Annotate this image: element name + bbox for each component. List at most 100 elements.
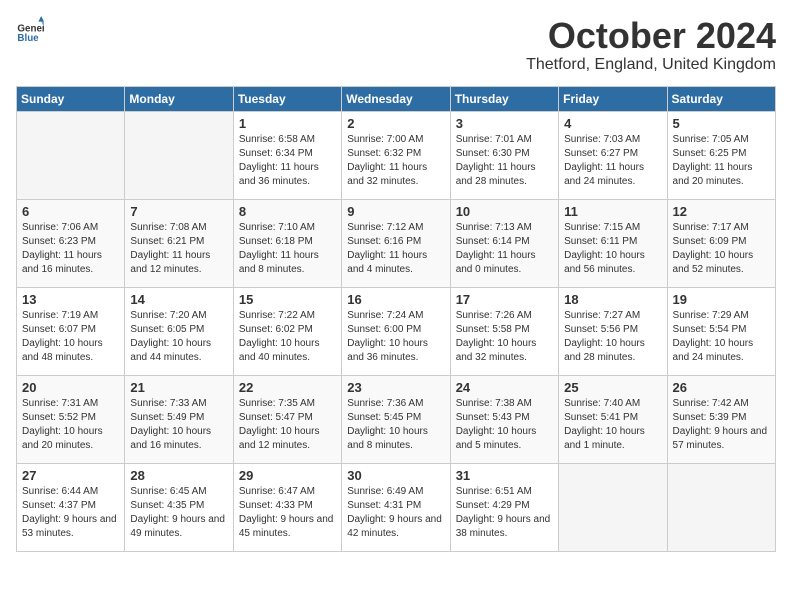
day-info: Sunrise: 6:58 AM Sunset: 6:34 PM Dayligh… (239, 133, 336, 189)
day-info: Sunrise: 6:47 AM Sunset: 4:33 PM Dayligh… (239, 485, 336, 541)
calendar-cell: 28 Sunrise: 6:45 AM Sunset: 4:35 PM Dayli… (125, 463, 233, 551)
day-number: 19 (673, 292, 770, 307)
day-info: Sunrise: 7:31 AM Sunset: 5:52 PM Dayligh… (22, 397, 119, 453)
month-title: October 2024 (526, 16, 776, 56)
calendar-cell: 23Sunrise: 7:36 AM Sunset: 5:45 PM Dayli… (342, 375, 450, 463)
calendar-cell (667, 463, 775, 551)
day-number: 14 (130, 292, 227, 307)
column-header-tuesday: Tuesday (233, 86, 341, 111)
day-info: Sunrise: 7:33 AM Sunset: 5:49 PM Dayligh… (130, 397, 227, 453)
day-number: 22 (239, 380, 336, 395)
day-info: Sunrise: 7:36 AM Sunset: 5:45 PM Dayligh… (347, 397, 444, 453)
calendar-week-row: 6 Sunrise: 7:06 AM Sunset: 6:23 PM Daylig… (17, 199, 776, 287)
column-header-wednesday: Wednesday (342, 86, 450, 111)
calendar-cell: 10 Sunrise: 7:13 AM Sunset: 6:14 PM Dayli… (450, 199, 558, 287)
title-block: October 2024 Thetford, England, United K… (526, 16, 776, 74)
calendar-cell: 11 Sunrise: 7:15 AM Sunset: 6:11 PM Dayli… (559, 199, 667, 287)
calendar-week-row: 27 Sunrise: 6:44 AM Sunset: 4:37 PM Dayli… (17, 463, 776, 551)
day-number: 2 (347, 116, 444, 131)
column-header-saturday: Saturday (667, 86, 775, 111)
day-info: Sunrise: 6:45 AM Sunset: 4:35 PM Dayligh… (130, 485, 227, 541)
logo: General Blue (16, 16, 44, 44)
day-info: Sunrise: 7:35 AM Sunset: 5:47 PM Dayligh… (239, 397, 336, 453)
calendar-header-row: SundayMondayTuesdayWednesdayThursdayFrid… (17, 86, 776, 111)
day-number: 3 (456, 116, 553, 131)
calendar-cell: 9 Sunrise: 7:12 AM Sunset: 6:16 PM Daylig… (342, 199, 450, 287)
day-info: Sunrise: 7:42 AM Sunset: 5:39 PM Dayligh… (673, 397, 770, 453)
calendar-cell: 30 Sunrise: 6:49 AM Sunset: 4:31 PM Dayli… (342, 463, 450, 551)
column-header-friday: Friday (559, 86, 667, 111)
day-number: 1 (239, 116, 336, 131)
day-number: 10 (456, 204, 553, 219)
day-info: Sunrise: 6:49 AM Sunset: 4:31 PM Dayligh… (347, 485, 444, 541)
day-info: Sunrise: 7:38 AM Sunset: 5:43 PM Dayligh… (456, 397, 553, 453)
calendar-cell: 3Sunrise: 7:01 AM Sunset: 6:30 PM Daylig… (450, 111, 558, 199)
calendar-cell: 12 Sunrise: 7:17 AM Sunset: 6:09 PM Dayli… (667, 199, 775, 287)
calendar-cell (559, 463, 667, 551)
day-info: Sunrise: 7:27 AM Sunset: 5:56 PM Dayligh… (564, 309, 661, 365)
day-info: Sunrise: 7:19 AM Sunset: 6:07 PM Dayligh… (22, 309, 119, 365)
calendar-cell: 8 Sunrise: 7:10 AM Sunset: 6:18 PM Daylig… (233, 199, 341, 287)
day-number: 16 (347, 292, 444, 307)
calendar-cell: 27 Sunrise: 6:44 AM Sunset: 4:37 PM Dayli… (17, 463, 125, 551)
day-info: Sunrise: 7:12 AM Sunset: 6:16 PM Dayligh… (347, 221, 444, 277)
column-header-thursday: Thursday (450, 86, 558, 111)
calendar-cell: 19 Sunrise: 7:29 AM Sunset: 5:54 PM Dayli… (667, 287, 775, 375)
day-number: 20 (22, 380, 119, 395)
location-title: Thetford, England, United Kingdom (526, 56, 776, 74)
day-info: Sunrise: 7:24 AM Sunset: 6:00 PM Dayligh… (347, 309, 444, 365)
day-number: 15 (239, 292, 336, 307)
calendar-cell: 2 Sunrise: 7:00 AM Sunset: 6:32 PM Daylig… (342, 111, 450, 199)
calendar-cell: 6 Sunrise: 7:06 AM Sunset: 6:23 PM Daylig… (17, 199, 125, 287)
svg-text:Blue: Blue (17, 33, 39, 44)
logo-icon: General Blue (16, 16, 44, 44)
day-number: 17 (456, 292, 553, 307)
calendar-cell: 16 Sunrise: 7:24 AM Sunset: 6:00 PM Dayli… (342, 287, 450, 375)
day-number: 6 (22, 204, 119, 219)
day-number: 27 (22, 468, 119, 483)
day-number: 9 (347, 204, 444, 219)
day-info: Sunrise: 7:22 AM Sunset: 6:02 PM Dayligh… (239, 309, 336, 365)
day-number: 8 (239, 204, 336, 219)
calendar-cell: 26Sunrise: 7:42 AM Sunset: 5:39 PM Dayli… (667, 375, 775, 463)
day-info: Sunrise: 7:03 AM Sunset: 6:27 PM Dayligh… (564, 133, 661, 189)
day-info: Sunrise: 7:17 AM Sunset: 6:09 PM Dayligh… (673, 221, 770, 277)
calendar-cell: 22 Sunrise: 7:35 AM Sunset: 5:47 PM Dayli… (233, 375, 341, 463)
calendar-week-row: 20 Sunrise: 7:31 AM Sunset: 5:52 PM Dayli… (17, 375, 776, 463)
calendar-cell: 20 Sunrise: 7:31 AM Sunset: 5:52 PM Dayli… (17, 375, 125, 463)
calendar-cell: 24Sunrise: 7:38 AM Sunset: 5:43 PM Dayli… (450, 375, 558, 463)
day-info: Sunrise: 7:20 AM Sunset: 6:05 PM Dayligh… (130, 309, 227, 365)
day-number: 5 (673, 116, 770, 131)
day-info: Sunrise: 7:26 AM Sunset: 5:58 PM Dayligh… (456, 309, 553, 365)
column-header-monday: Monday (125, 86, 233, 111)
day-info: Sunrise: 7:15 AM Sunset: 6:11 PM Dayligh… (564, 221, 661, 277)
day-number: 11 (564, 204, 661, 219)
day-number: 28 (130, 468, 227, 483)
day-number: 25 (564, 380, 661, 395)
calendar-cell: 5 Sunrise: 7:05 AM Sunset: 6:25 PM Daylig… (667, 111, 775, 199)
calendar-cell: 4 Sunrise: 7:03 AM Sunset: 6:27 PM Daylig… (559, 111, 667, 199)
page-header: General Blue October 2024 Thetford, Engl… (16, 16, 776, 74)
calendar-cell: 31Sunrise: 6:51 AM Sunset: 4:29 PM Dayli… (450, 463, 558, 551)
day-info: Sunrise: 7:00 AM Sunset: 6:32 PM Dayligh… (347, 133, 444, 189)
day-info: Sunrise: 7:06 AM Sunset: 6:23 PM Dayligh… (22, 221, 119, 277)
day-number: 12 (673, 204, 770, 219)
calendar-cell: 29 Sunrise: 6:47 AM Sunset: 4:33 PM Dayli… (233, 463, 341, 551)
calendar-table: SundayMondayTuesdayWednesdayThursdayFrid… (16, 86, 776, 552)
day-number: 4 (564, 116, 661, 131)
day-info: Sunrise: 7:10 AM Sunset: 6:18 PM Dayligh… (239, 221, 336, 277)
day-number: 13 (22, 292, 119, 307)
calendar-cell: 1 Sunrise: 6:58 AM Sunset: 6:34 PM Daylig… (233, 111, 341, 199)
day-info: Sunrise: 6:44 AM Sunset: 4:37 PM Dayligh… (22, 485, 119, 541)
day-info: Sunrise: 7:05 AM Sunset: 6:25 PM Dayligh… (673, 133, 770, 189)
day-number: 30 (347, 468, 444, 483)
day-number: 21 (130, 380, 227, 395)
day-info: Sunrise: 7:29 AM Sunset: 5:54 PM Dayligh… (673, 309, 770, 365)
calendar-cell: 25Sunrise: 7:40 AM Sunset: 5:41 PM Dayli… (559, 375, 667, 463)
day-info: Sunrise: 6:51 AM Sunset: 4:29 PM Dayligh… (456, 485, 553, 541)
column-header-sunday: Sunday (17, 86, 125, 111)
calendar-cell: 18 Sunrise: 7:27 AM Sunset: 5:56 PM Dayli… (559, 287, 667, 375)
day-number: 18 (564, 292, 661, 307)
day-info: Sunrise: 7:13 AM Sunset: 6:14 PM Dayligh… (456, 221, 553, 277)
day-number: 29 (239, 468, 336, 483)
